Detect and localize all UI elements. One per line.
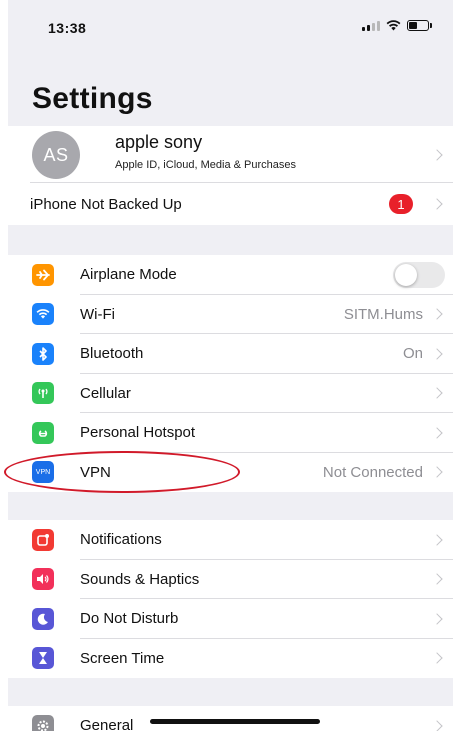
gear-icon	[32, 714, 54, 731]
chevron-right-icon	[431, 198, 443, 210]
airplane-mode-row[interactable]: Airplane Mode	[8, 255, 453, 295]
status-bar: 13:38	[8, 0, 453, 60]
chevron-right-icon	[431, 573, 443, 585]
vpn-status-value: Not Connected	[322, 463, 423, 481]
sounds-haptics-label: Sounds & Haptics	[80, 570, 200, 588]
profile-group: AS apple sony Apple ID, iCloud, Media & …	[8, 126, 453, 225]
backup-row[interactable]: iPhone Not Backed Up 1	[8, 183, 453, 225]
wifi-label: Wi-Fi	[80, 305, 115, 323]
home-indicator[interactable]	[150, 719, 320, 724]
signal-icon	[362, 20, 380, 31]
wifi-status-icon	[386, 20, 401, 31]
chevron-right-icon	[431, 148, 443, 161]
moon-icon	[32, 607, 54, 630]
wifi-row[interactable]: Wi-Fi SITM.Hums	[8, 295, 453, 334]
chevron-right-icon	[431, 348, 443, 360]
wifi-network-value: SITM.Hums	[343, 305, 423, 323]
cellular-row[interactable]: Cellular	[8, 374, 453, 413]
chevron-right-icon	[431, 534, 443, 546]
general-label: General	[80, 717, 134, 731]
notifications-group: Notifications Sounds & Haptics Do Not Di…	[8, 520, 453, 678]
chevron-right-icon	[431, 308, 443, 320]
cellular-label: Cellular	[80, 384, 131, 402]
hotspot-icon	[32, 421, 54, 444]
chevron-right-icon	[431, 466, 443, 478]
cellular-icon	[32, 382, 54, 405]
chevron-right-icon	[431, 720, 443, 731]
notifications-row[interactable]: Notifications	[8, 520, 453, 560]
chevron-right-icon	[431, 613, 443, 625]
status-time: 13:38	[48, 20, 87, 36]
avatar: AS	[32, 131, 80, 179]
chevron-right-icon	[431, 652, 443, 664]
apple-id-row[interactable]: AS apple sony Apple ID, iCloud, Media & …	[8, 126, 453, 183]
bluetooth-icon	[32, 342, 54, 365]
personal-hotspot-label: Personal Hotspot	[80, 424, 196, 442]
airplane-icon	[32, 263, 54, 286]
wifi-icon	[32, 303, 54, 326]
status-icons	[362, 20, 432, 31]
personal-hotspot-row[interactable]: Personal Hotspot	[8, 413, 453, 453]
sounds-icon	[32, 568, 54, 591]
do-not-disturb-row[interactable]: Do Not Disturb	[8, 599, 453, 639]
do-not-disturb-label: Do Not Disturb	[80, 610, 179, 628]
page-title: Settings	[32, 82, 153, 115]
battery-icon	[407, 20, 432, 31]
airplane-mode-toggle[interactable]	[393, 261, 445, 288]
notifications-label: Notifications	[80, 531, 162, 549]
backup-label: iPhone Not Backed Up	[30, 195, 182, 213]
settings-screen: 13:38 Settings AS apple sony Apple ID, i…	[8, 0, 453, 731]
notifications-icon	[32, 528, 54, 551]
bluetooth-label: Bluetooth	[80, 345, 144, 363]
profile-subtitle: Apple ID, iCloud, Media & Purchases	[115, 159, 296, 171]
notification-badge: 1	[389, 194, 413, 214]
vpn-highlight-circle	[4, 451, 240, 493]
bluetooth-status-value: On	[402, 345, 423, 363]
sounds-haptics-row[interactable]: Sounds & Haptics	[8, 560, 453, 599]
bluetooth-row[interactable]: Bluetooth On	[8, 334, 453, 374]
chevron-right-icon	[431, 387, 443, 399]
hourglass-icon	[32, 647, 54, 670]
chevron-right-icon	[431, 427, 443, 439]
screen-time-label: Screen Time	[80, 649, 165, 667]
profile-name: apple sony	[115, 132, 203, 152]
screen-time-row[interactable]: Screen Time	[8, 639, 453, 679]
airplane-mode-label: Airplane Mode	[80, 266, 177, 284]
